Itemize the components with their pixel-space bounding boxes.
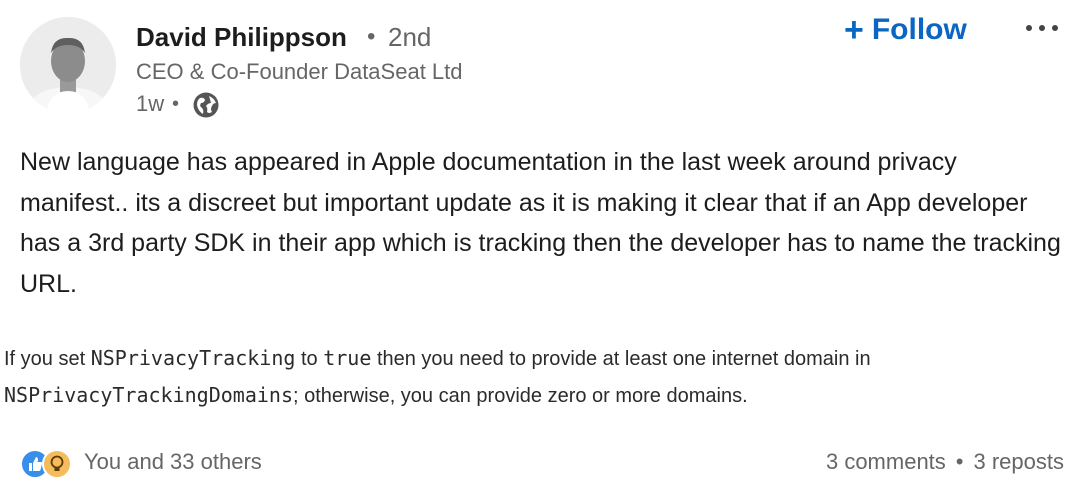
reactions-summary[interactable]: You and 33 others: [20, 446, 262, 479]
stats-separator: •: [955, 449, 964, 474]
post-text: New language has appeared in Apple docum…: [20, 142, 1070, 304]
follow-label: Follow: [871, 13, 967, 46]
reposts-count[interactable]: 3 reposts: [974, 449, 1065, 475]
excerpt-text: then you need to provide at least one in…: [371, 348, 871, 370]
excerpt-code: NSPrivacyTrackingDomains: [4, 383, 293, 407]
author-avatar[interactable]: [20, 17, 116, 113]
excerpt-text: ; otherwise, you can provide zero or mor…: [292, 385, 748, 407]
excerpt-text: If you set: [4, 348, 91, 370]
timestamp-separator: •: [172, 93, 180, 115]
author-name[interactable]: David Philippson: [136, 20, 347, 54]
connection-degree: 2nd: [388, 22, 432, 52]
insightful-icon: [42, 449, 72, 479]
author-headline: CEO & Co-Founder DataSeat Ltd: [136, 59, 463, 84]
comments-count[interactable]: 3 comments: [826, 449, 946, 475]
degree-separator: •: [367, 23, 376, 50]
reaction-icons: [20, 446, 76, 479]
plus-icon: +: [844, 11, 864, 49]
post-paragraph: New language has appeared in Apple docum…: [20, 148, 1061, 298]
doc-excerpt-image[interactable]: If you set NSPrivacyTracking to true the…: [4, 340, 1088, 414]
reactions-count: You and 33 others: [84, 449, 262, 474]
excerpt-code: true: [323, 346, 372, 370]
excerpt-code: NSPrivacyTracking: [90, 346, 296, 370]
post-timestamp[interactable]: 1w: [136, 90, 164, 118]
follow-button[interactable]: + Follow: [844, 10, 967, 50]
excerpt-text: to: [295, 348, 324, 370]
more-icon[interactable]: [1026, 14, 1058, 42]
excerpt-line-1: If you set NSPrivacyTracking to true the…: [4, 340, 1088, 377]
globe-icon: [192, 91, 220, 119]
post-stats: 3 comments • 3 reposts: [826, 446, 1064, 478]
excerpt-line-2: NSPrivacyTrackingDomains; otherwise, you…: [4, 377, 1088, 414]
